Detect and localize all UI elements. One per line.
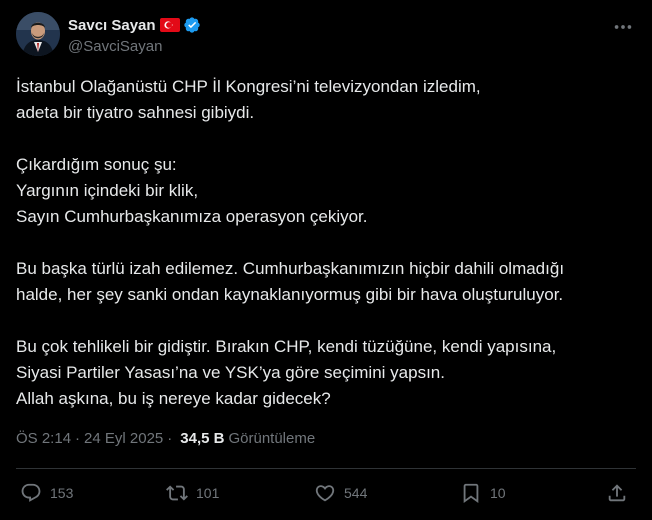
reply-icon (21, 483, 41, 502)
tweet-date[interactable]: 24 Eyl 2025 (84, 430, 163, 447)
tweet-text: İstanbul Olağanüstü CHP İl Kongresi’ni t… (16, 74, 636, 412)
retweet-count: 101 (196, 485, 220, 501)
more-options-button[interactable] (612, 16, 634, 38)
bookmark-count: 10 (490, 485, 506, 501)
tweet-text-line: İstanbul Olağanüstü CHP İl Kongresi’ni t… (16, 77, 481, 96)
more-horizontal-icon (614, 25, 632, 29)
views-count: 34,5 B (180, 430, 225, 447)
tweet-meta: ÖS 2:14 · 24 Eyl 2025 · 34,5 B Görüntüle… (16, 430, 315, 447)
tweet-text-line: Bu çok tehlikeli bir gidiştir. Bırakın C… (16, 337, 557, 356)
tweet-text-line: Siyasi Partiler Yasası’na ve YSK’ya göre… (16, 363, 445, 382)
author-handle[interactable]: @SavciSayan (68, 38, 201, 55)
reply-button[interactable]: 153 (20, 482, 73, 504)
tweet-text-line: Allah aşkına, bu iş nereye kadar gidecek… (16, 389, 331, 408)
name-row: Savcı Sayan (68, 15, 201, 35)
views-label: Görüntüleme (228, 430, 316, 447)
tweet-text-line: Çıkardığım sonuç şu: (16, 155, 177, 174)
tweet-text-line: halde, her şey sanki ondan kaynaklanıyor… (16, 285, 564, 304)
retweet-button[interactable]: 101 (166, 482, 219, 504)
like-button[interactable]: 544 (314, 482, 367, 504)
meta-separator: · (75, 430, 81, 447)
reply-count: 153 (50, 485, 74, 501)
tweet-text-line: Yargının içindeki bir klik, (16, 181, 199, 200)
heart-icon (315, 485, 335, 502)
verified-badge-icon[interactable] (183, 16, 201, 34)
tweet-text-line: Sayın Cumhurbaşkanımıza operasyon çekiyo… (16, 207, 368, 226)
divider (16, 468, 636, 469)
tweet-header: Savcı Sayan @SavciSayan (16, 12, 636, 60)
tweet-text-line: adeta bir tiyatro sahnesi gibiydi. (16, 103, 255, 122)
display-name[interactable]: Savcı Sayan (68, 17, 156, 34)
tweet-text-line: Bu başka türlü izah edilemez. Cumhurbaşk… (16, 259, 565, 278)
bookmark-icon (463, 483, 479, 504)
author-block: Savcı Sayan @SavciSayan (68, 15, 201, 55)
tweet-time[interactable]: ÖS 2:14 (16, 430, 71, 447)
meta-separator-2: · (167, 430, 173, 447)
bookmark-button[interactable]: 10 (460, 482, 506, 504)
avatar[interactable] (16, 12, 60, 56)
share-icon (608, 484, 626, 502)
like-count: 544 (344, 485, 368, 501)
action-bar: 153 101 544 10 (16, 482, 636, 510)
avatar-image (16, 12, 60, 56)
share-button[interactable] (606, 482, 628, 504)
retweet-icon (166, 485, 188, 501)
turkey-flag-icon (159, 18, 180, 32)
